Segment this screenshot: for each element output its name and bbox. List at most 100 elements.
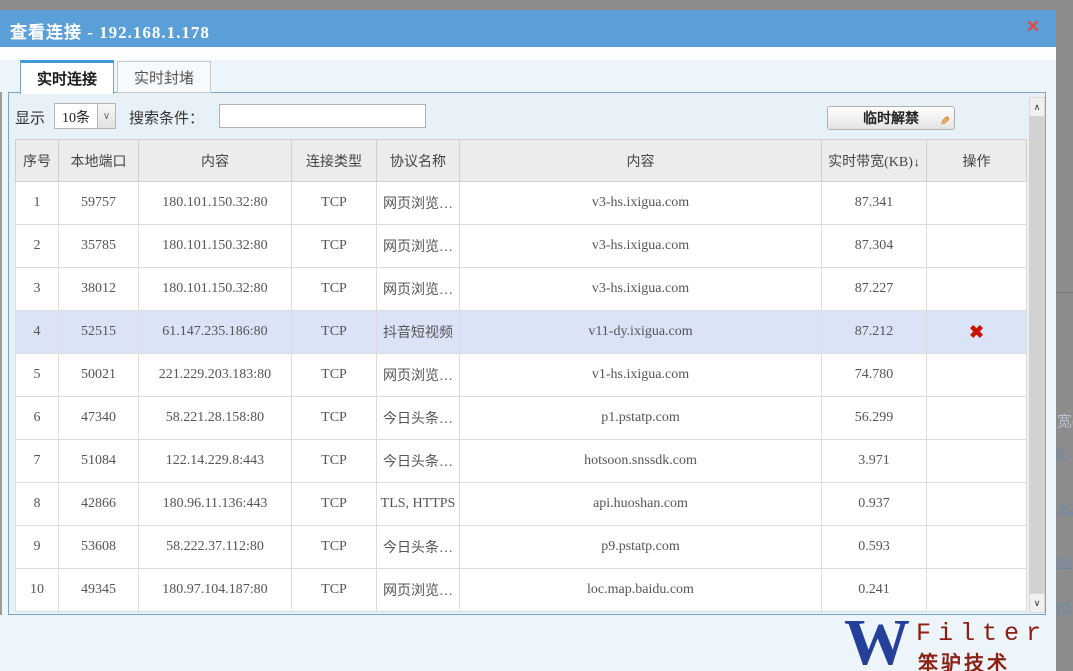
cell-peer: 180.101.150.32:80 — [138, 267, 292, 311]
background-page-fragment: 86 — [1057, 555, 1072, 571]
vertical-scrollbar[interactable]: ∧ ∨ — [1029, 97, 1045, 613]
cell-operation: ✖ — [926, 310, 1027, 354]
table-controls: 显示 10条 ∨ 搜索条件： 临时解禁 ✎ — [9, 93, 1045, 139]
cell-bandwidth: 0.593 — [821, 525, 927, 569]
cell-protocol: 网页浏览… — [376, 267, 460, 311]
cell-port: 35785 — [58, 224, 139, 268]
cell-type: TCP — [291, 525, 377, 569]
modal-backdrop-top — [0, 0, 1073, 10]
background-page-fragment: .62 — [1057, 501, 1073, 517]
wfilter-logo: W Filter 笨驴技术 — [840, 606, 1056, 671]
table-row[interactable]: 9 53608 58.222.37.112:80 TCP 今日头条… p9.ps… — [15, 525, 1027, 569]
col-header-local-port: 本地端口 — [58, 139, 139, 182]
search-label: 搜索条件： — [129, 111, 205, 127]
cell-operation — [926, 267, 1027, 311]
table-row[interactable]: 7 51084 122.14.229.8:443 TCP 今日头条… hotso… — [15, 439, 1027, 483]
cell-domain: v1-hs.ixigua.com — [459, 353, 822, 397]
search-input[interactable] — [219, 104, 426, 128]
cell-no: 1 — [15, 181, 59, 225]
cell-peer: 180.101.150.32:80 — [138, 181, 292, 225]
cell-operation — [926, 224, 1027, 268]
dialog-titlebar: 查看连接 - 192.168.1.178 ✕ — [0, 10, 1056, 47]
table-row[interactable]: 1 59757 180.101.150.32:80 TCP 网页浏览… v3-h… — [15, 181, 1027, 225]
cell-type: TCP — [291, 439, 377, 483]
table-row[interactable]: 10 49345 180.97.104.187:80 TCP 网页浏览… loc… — [15, 568, 1027, 612]
cell-no: 9 — [15, 525, 59, 569]
left-edge-strip — [0, 92, 2, 615]
cell-domain: v3-hs.ixigua.com — [459, 181, 822, 225]
cell-domain: loc.map.baidu.com — [459, 568, 822, 612]
cell-protocol: 网页浏览… — [376, 181, 460, 225]
cell-bandwidth: 74.780 — [821, 353, 927, 397]
cell-protocol: 今日头条… — [376, 396, 460, 440]
tab-label: 实时连接 — [37, 72, 98, 88]
page-size-value: 10条 — [62, 111, 90, 126]
page-size-select[interactable]: 10条 ∨ — [54, 103, 116, 129]
background-page-fragment: 8. — [1057, 446, 1069, 462]
cell-operation — [926, 568, 1027, 612]
table-row[interactable]: 2 35785 180.101.150.32:80 TCP 网页浏览… v3-h… — [15, 224, 1027, 268]
block-connection-icon[interactable]: ✖ — [969, 322, 984, 342]
cell-peer: 180.96.11.136:443 — [138, 482, 292, 526]
col-header-domain-content: 内容 — [459, 139, 822, 182]
background-page-divider — [1056, 292, 1073, 293]
cell-no: 5 — [15, 353, 59, 397]
show-label: 显示 — [15, 111, 46, 127]
col-header-peer-content: 内容 — [138, 139, 292, 182]
cell-domain: v3-hs.ixigua.com — [459, 267, 822, 311]
cell-protocol: 今日头条… — [376, 525, 460, 569]
cell-bandwidth: 87.227 — [821, 267, 927, 311]
wfilter-logo-brand: 笨驴技术 — [918, 653, 1010, 671]
cell-port: 38012 — [58, 267, 139, 311]
col-header-bandwidth[interactable]: 实时带宽(KB)↓ — [821, 139, 927, 182]
cell-no: 3 — [15, 267, 59, 311]
cell-type: TCP — [291, 267, 377, 311]
col-header-protocol: 协议名称 — [376, 139, 460, 182]
connections-table: 序号 本地端口 内容 连接类型 协议名称 内容 实时带宽(KB)↓ 操作 1 5… — [15, 139, 1027, 612]
cell-operation — [926, 353, 1027, 397]
cell-bandwidth: 0.937 — [821, 482, 927, 526]
cell-type: TCP — [291, 310, 377, 354]
temp-unban-label: 临时解禁 — [863, 112, 919, 127]
temp-unban-button[interactable]: 临时解禁 ✎ — [827, 106, 955, 130]
cell-type: TCP — [291, 224, 377, 268]
view-connections-dialog: 查看连接 - 192.168.1.178 ✕ 实时连接 实时封堵 显示 10条 … — [0, 10, 1056, 671]
table-row[interactable]: 3 38012 180.101.150.32:80 TCP 网页浏览… v3-h… — [15, 267, 1027, 311]
table-row[interactable]: 8 42866 180.96.11.136:443 TCP TLS, HTTPS… — [15, 482, 1027, 526]
scroll-down-icon[interactable]: ∨ — [1029, 593, 1045, 613]
cell-peer: 221.229.203.183:80 — [138, 353, 292, 397]
cell-operation — [926, 396, 1027, 440]
scroll-up-icon[interactable]: ∧ — [1029, 97, 1045, 117]
cell-no: 8 — [15, 482, 59, 526]
dialog-title: 查看连接 - 192.168.1.178 — [10, 23, 210, 42]
cell-no: 4 — [15, 310, 59, 354]
tab-label: 实时封堵 — [134, 70, 195, 87]
tab-realtime-connections[interactable]: 实时连接 — [20, 60, 115, 94]
cell-no: 2 — [15, 224, 59, 268]
cell-type: TCP — [291, 568, 377, 612]
cell-bandwidth: 0.241 — [821, 568, 927, 612]
table-row-selected[interactable]: 4 52515 61.147.235.186:80 TCP 抖音短视频 v11-… — [15, 310, 1027, 354]
table-row[interactable]: 6 47340 58.221.28.158:80 TCP 今日头条… p1.ps… — [15, 396, 1027, 440]
cell-bandwidth: 87.304 — [821, 224, 927, 268]
cell-operation — [926, 181, 1027, 225]
col-header-conn-type: 连接类型 — [291, 139, 377, 182]
chevron-down-icon[interactable]: ∨ — [97, 104, 115, 128]
tab-strip-background — [0, 47, 1056, 60]
cell-bandwidth: 3.971 — [821, 439, 927, 483]
table-header-row: 序号 本地端口 内容 连接类型 协议名称 内容 实时带宽(KB)↓ 操作 — [15, 139, 1027, 182]
cell-peer: 58.222.37.112:80 — [138, 525, 292, 569]
cell-bandwidth: 87.341 — [821, 181, 927, 225]
cell-type: TCP — [291, 181, 377, 225]
close-icon[interactable]: ✕ — [1026, 17, 1040, 37]
cell-peer: 122.14.229.8:443 — [138, 439, 292, 483]
wfilter-logo-filter: Filter — [916, 619, 1049, 648]
cell-port: 51084 — [58, 439, 139, 483]
cell-port: 50021 — [58, 353, 139, 397]
table-row[interactable]: 5 50021 221.229.203.183:80 TCP 网页浏览… v1-… — [15, 353, 1027, 397]
sort-desc-icon: ↓ — [913, 154, 920, 169]
cell-operation — [926, 525, 1027, 569]
cell-protocol: 网页浏览… — [376, 353, 460, 397]
tab-bar: 实时连接 实时封堵 — [20, 60, 214, 94]
tab-realtime-blocking[interactable]: 实时封堵 — [117, 61, 212, 93]
